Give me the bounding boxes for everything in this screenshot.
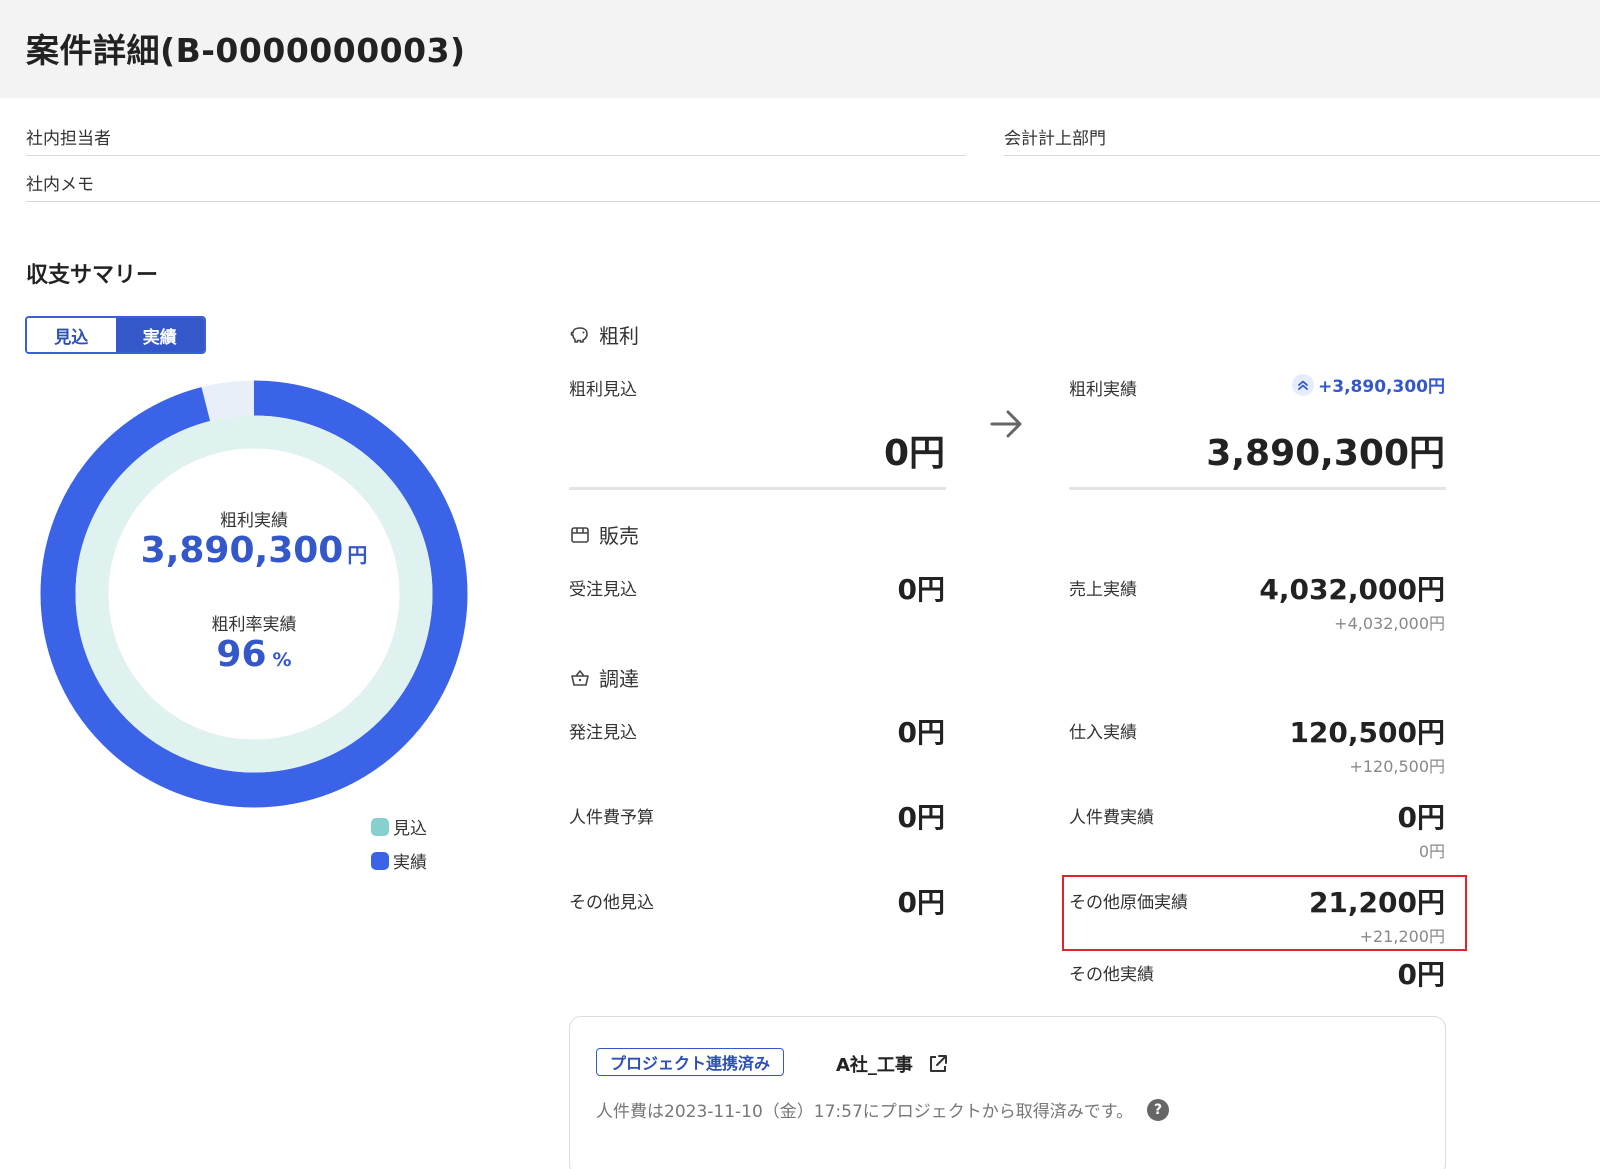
project-note-text: 人件費は2023-11-10（金）17:57にプロジェクトから取得済みです。 xyxy=(596,1102,1134,1122)
dept-field-label: 会計計上部門 xyxy=(1004,129,1106,149)
gross-forecast-value: 0円 xyxy=(883,433,945,474)
project-name-link[interactable]: A社_工事 xyxy=(836,1051,949,1077)
order-forecast-value: 0円 xyxy=(897,716,945,749)
basket-icon xyxy=(571,669,589,686)
donut-center: 粗利実績 3,890,300 円 粗利率実績 96% xyxy=(40,380,468,808)
store-icon xyxy=(571,526,589,543)
gross-forecast-label: 粗利見込 xyxy=(569,380,637,400)
sales-actual-diff: +4,032,000円 xyxy=(1334,614,1445,633)
piggy-bank-icon xyxy=(570,326,588,343)
toggle-forecast-option[interactable]: 見込 xyxy=(27,318,116,352)
other-actual-value: 0円 xyxy=(1397,958,1445,991)
staff-field-divider xyxy=(26,155,966,156)
gross-forecast-divider xyxy=(569,487,946,490)
labor-actual-diff: 0円 xyxy=(1418,842,1445,861)
toggle-actual-option[interactable]: 実績 xyxy=(115,318,204,352)
gross-category: 粗利 xyxy=(569,320,639,349)
donut-gross-profit-label: 粗利実績 xyxy=(220,511,288,531)
memo-field-divider xyxy=(26,201,1600,202)
gross-category-label: 粗利 xyxy=(599,324,639,348)
project-name[interactable]: A社_工事 xyxy=(836,1051,913,1077)
gross-diff-value: +3,890,300円 xyxy=(1318,377,1445,397)
gross-actual-label: 粗利実績 xyxy=(1069,380,1137,400)
memo-field-label: 社内メモ xyxy=(26,175,94,195)
labor-budget-value: 0円 xyxy=(897,801,945,834)
legend-actual-label: 実績 xyxy=(393,853,427,873)
legend-actual-swatch xyxy=(371,851,389,870)
page-title: 案件詳細(B-0000000003) xyxy=(26,31,466,70)
sales-actual-value: 4,032,000円 xyxy=(1259,573,1445,606)
project-card: プロジェクト連携済み A社_工事 人件費は2023-11-10（金）17:57に… xyxy=(569,1016,1446,1169)
legend-forecast: 見込 xyxy=(371,814,427,839)
purchase-actual-diff: +120,500円 xyxy=(1349,757,1445,776)
labor-actual-value: 0円 xyxy=(1397,801,1445,834)
donut-rate-value: 96% xyxy=(216,634,292,675)
forecast-actual-toggle[interactable]: 見込 実績 xyxy=(25,316,206,354)
sales-category: 販売 xyxy=(569,520,639,549)
summary-title: 収支サマリー xyxy=(26,263,159,288)
legend-actual: 実績 xyxy=(371,848,427,873)
sales-category-label: 販売 xyxy=(599,524,639,548)
project-note: 人件費は2023-11-10（金）17:57にプロジェクトから取得済みです。 ? xyxy=(596,1097,1170,1122)
procurement-category: 調達 xyxy=(569,663,639,692)
staff-field-label: 社内担当者 xyxy=(26,129,111,149)
procurement-category-label: 調達 xyxy=(599,667,639,691)
gross-actual-value: 3,890,300円 xyxy=(1206,433,1445,474)
sales-forecast-value: 0円 xyxy=(897,573,945,606)
legend-forecast-label: 見込 xyxy=(393,819,427,839)
double-chevron-up-icon xyxy=(1292,373,1315,396)
help-icon[interactable]: ? xyxy=(1147,1098,1170,1121)
project-linked-badge: プロジェクト連携済み xyxy=(596,1048,785,1076)
other-cost-highlight-box xyxy=(1062,875,1467,951)
other-forecast-value: 0円 xyxy=(897,886,945,919)
arrow-right-icon xyxy=(990,410,1022,438)
donut-gross-profit-value: 3,890,300 円 xyxy=(140,530,368,571)
gross-actual-divider xyxy=(1069,487,1446,490)
purchase-actual-value: 120,500円 xyxy=(1289,716,1445,749)
donut-rate-label: 粗利率実績 xyxy=(211,615,297,635)
gross-diff-badge: +3,890,300円 xyxy=(1292,372,1445,397)
legend-forecast-swatch xyxy=(371,817,389,836)
dept-field-divider xyxy=(1004,155,1600,156)
page-header: 案件詳細(B-0000000003) xyxy=(0,0,1600,98)
external-link-icon[interactable] xyxy=(927,1053,949,1075)
